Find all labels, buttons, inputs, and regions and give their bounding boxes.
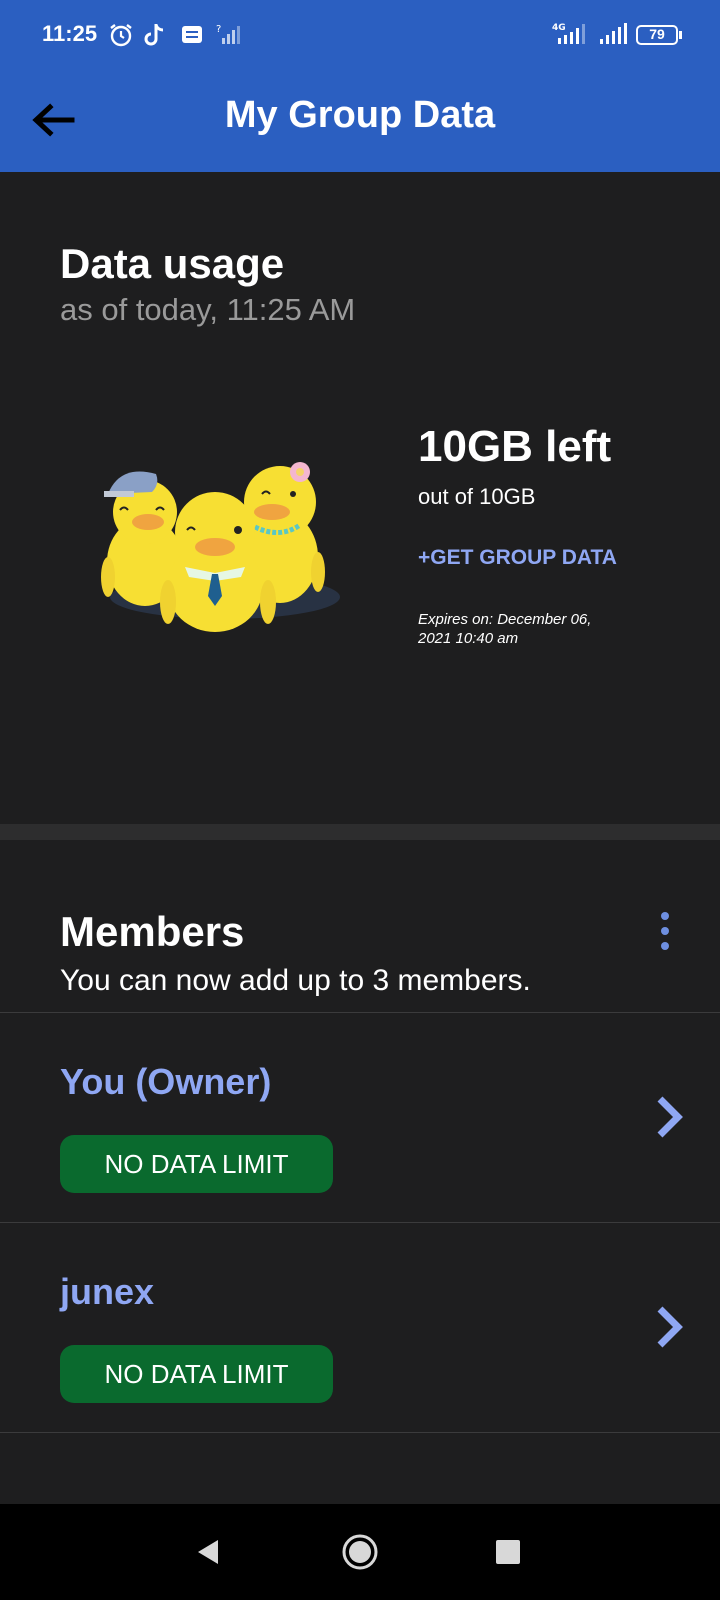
screen: 11:25 ? 4G 79 My Group Data Data usage a… [0,0,720,1600]
message-icon [182,26,202,43]
member-name: You (Owner) [60,1061,272,1102]
page-title: My Group Data [224,94,496,136]
chevron-right-icon[interactable] [650,1299,690,1355]
battery-icon: 79 [636,25,682,45]
more-options-icon[interactable] [650,910,680,960]
row-divider [0,1432,720,1433]
get-group-data-link[interactable]: +GET GROUP DATA [418,546,617,570]
data-limit-badge: NO DATA LIMIT [60,1345,333,1403]
nav-recents-icon[interactable] [486,1530,530,1574]
signal-4g-icon: 4G [552,23,585,44]
system-nav-bar [0,1504,720,1600]
nav-back-icon[interactable] [186,1530,230,1574]
member-name: junex [60,1271,155,1312]
app-bar: My Group Data [0,70,720,172]
data-usage-heading: Data usage [60,240,285,287]
network-type-label: 4G [552,23,566,33]
signal-icon [600,23,627,44]
chevron-right-icon[interactable] [650,1089,690,1145]
status-bar: 11:25 ? 4G 79 [0,0,720,70]
members-section: Members You can now add up to 3 members.… [0,840,720,1504]
nav-home-icon[interactable] [338,1530,382,1574]
data-left-amount: 10GB left [418,422,612,471]
members-subtitle: You can now add up to 3 members. [60,964,531,997]
data-usage-timestamp: as of today, 11:25 AM [60,292,356,327]
alarm-icon [110,24,132,47]
ducks-illustration [101,462,340,632]
data-total: out of 10GB [418,484,536,509]
svg-text:?: ? [216,24,221,35]
member-row[interactable]: You (Owner) NO DATA LIMIT [0,1013,720,1223]
expiry-text: Expires on: December 06, 2021 10:40 am [418,611,592,647]
section-divider [0,824,720,840]
status-time: 11:25 [42,21,98,46]
tiktok-icon [144,24,164,46]
members-heading: Members [60,908,245,955]
data-usage-section: Data usage as of today, 11:25 AM 10GB le… [0,172,720,824]
battery-level: 79 [649,26,665,42]
no-sim-signal-icon: ? [216,24,240,44]
data-limit-badge: NO DATA LIMIT [60,1135,333,1193]
member-row[interactable]: junex NO DATA LIMIT [0,1223,720,1433]
